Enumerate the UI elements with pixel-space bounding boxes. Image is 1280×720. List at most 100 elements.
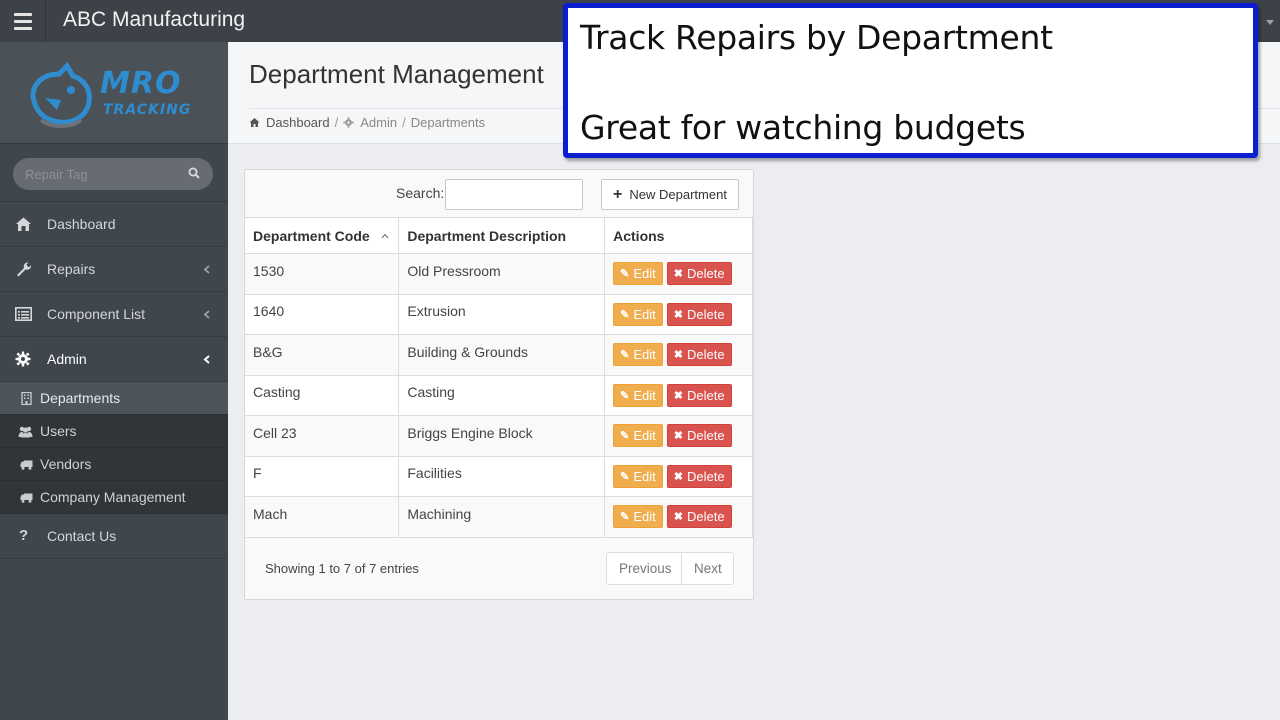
table-row: B&G Building & Grounds ✎ Edit ✖ Delete: [245, 334, 753, 376]
department-description-cell: Casting: [398, 374, 606, 416]
breadcrumb: Dashboard / Admin / Departments: [249, 115, 485, 130]
delete-label: Delete: [686, 428, 725, 444]
delete-button[interactable]: ✖ Delete: [666, 343, 732, 367]
wrench-icon: [17, 262, 32, 277]
department-code: Cell 23: [253, 424, 297, 441]
delete-button[interactable]: ✖ Delete: [666, 302, 732, 326]
home-icon: [16, 217, 31, 231]
department-description-cell: Facilities: [398, 455, 606, 497]
submenu-item-vendors[interactable]: Vendors: [0, 448, 228, 481]
table-row: Mach Machining ✎ Edit ✖ Delete: [245, 496, 753, 538]
edit-label: Edit: [633, 266, 656, 282]
new-department-button[interactable]: + New Department: [601, 179, 739, 210]
user-dropdown-caret-icon[interactable]: [1266, 20, 1274, 25]
delete-label: Delete: [686, 306, 725, 322]
department-description-cell: Extrusion: [398, 293, 606, 335]
edit-button[interactable]: ✎ Edit: [613, 464, 663, 488]
truck-icon: [20, 460, 33, 470]
gear-icon: [343, 117, 354, 128]
edit-label: Edit: [633, 509, 656, 525]
edit-label: Edit: [633, 428, 656, 444]
app-title: ABC Manufacturing: [63, 8, 246, 31]
department-description: Facilities: [407, 465, 462, 482]
breadcrumb-current: Departments: [410, 115, 486, 130]
sidebar-item-dashboard[interactable]: Dashboard: [0, 202, 228, 247]
repair-tag-search-input[interactable]: [13, 158, 213, 190]
actions-cell: ✎ Edit ✖ Delete: [604, 293, 753, 335]
edit-button[interactable]: ✎ Edit: [613, 302, 663, 326]
list-icon: [15, 306, 32, 321]
submenu-item-label: Company Management: [40, 489, 186, 505]
edit-button[interactable]: ✎ Edit: [613, 383, 663, 407]
submenu-item-departments[interactable]: Departments: [0, 382, 228, 415]
pencil-icon: ✎: [620, 430, 630, 443]
table-row: F Facilities ✎ Edit ✖ Delete: [245, 455, 753, 497]
delete-button[interactable]: ✖ Delete: [666, 383, 732, 407]
sidebar-item-component-list[interactable]: Component List: [0, 292, 228, 337]
sidebar-item-label: Contact Us: [47, 528, 117, 544]
actions-cell: ✎ Edit ✖ Delete: [604, 455, 753, 497]
column-header-actions: Actions: [604, 217, 753, 254]
sidebar-search-area: [0, 144, 228, 202]
edit-button[interactable]: ✎ Edit: [613, 505, 663, 529]
submenu-item-company-management[interactable]: Company Management: [0, 481, 228, 514]
admin-submenu: Departments Users Vendors Company Manage…: [0, 382, 228, 514]
users-icon: [18, 426, 33, 438]
delete-button[interactable]: ✖ Delete: [666, 505, 732, 529]
promo-callout: Track Repairs by Department Great for wa…: [563, 3, 1258, 158]
department-description-cell: Building & Grounds: [398, 334, 606, 376]
departments-table: Department Code Department Description A…: [245, 217, 753, 538]
delete-label: Delete: [686, 468, 725, 484]
breadcrumb-link-dashboard[interactable]: Dashboard: [266, 115, 330, 130]
department-description: Machining: [407, 505, 472, 522]
sidebar-item-repairs[interactable]: Repairs: [0, 247, 228, 292]
edit-button[interactable]: ✎ Edit: [613, 262, 663, 286]
column-header-department-description[interactable]: Department Description: [398, 217, 606, 254]
breadcrumb-separator: /: [402, 115, 406, 130]
bulldog-logo-icon: [30, 62, 92, 128]
delete-button[interactable]: ✖ Delete: [666, 262, 732, 286]
sidebar-item-contact-us[interactable]: ? Contact Us: [0, 514, 228, 559]
department-description: Briggs Engine Block: [407, 424, 533, 441]
table-search-input[interactable]: [445, 179, 583, 210]
edit-button[interactable]: ✎ Edit: [613, 343, 663, 367]
new-department-label: New Department: [629, 187, 727, 202]
search-icon[interactable]: [188, 167, 200, 179]
delete-button[interactable]: ✖ Delete: [666, 424, 732, 448]
department-description: Extrusion: [407, 303, 466, 320]
actions-cell: ✎ Edit ✖ Delete: [604, 415, 753, 457]
sidebar-item-label: Dashboard: [47, 216, 116, 232]
column-header-label: Department Code: [253, 227, 370, 244]
delete-label: Delete: [686, 387, 725, 403]
callout-subline: Great for watching budgets: [580, 108, 1026, 147]
close-icon: ✖: [673, 389, 683, 402]
sidebar-item-admin[interactable]: Admin: [0, 337, 228, 382]
column-header-department-code[interactable]: Department Code: [245, 217, 400, 254]
gear-icon: [15, 351, 31, 367]
hamburger-menu-icon[interactable]: [0, 0, 46, 42]
next-page-button[interactable]: Next: [682, 553, 733, 584]
department-code-cell: Mach: [245, 496, 400, 538]
sort-ascending-icon: [381, 233, 389, 239]
building-icon: [21, 392, 32, 405]
plus-icon: +: [613, 185, 623, 203]
delete-label: Delete: [686, 509, 725, 525]
table-info: Showing 1 to 7 of 7 entries: [265, 561, 419, 576]
department-code-cell: F: [245, 455, 400, 497]
delete-button[interactable]: ✖ Delete: [666, 464, 732, 488]
department-code-cell: 1530: [245, 253, 400, 295]
previous-page-button[interactable]: Previous: [607, 553, 682, 584]
pencil-icon: ✎: [620, 389, 630, 402]
submenu-item-label: Users: [40, 423, 77, 439]
department-code: 1640: [253, 303, 285, 320]
breadcrumb-link-admin[interactable]: Admin: [360, 115, 397, 130]
edit-button[interactable]: ✎ Edit: [613, 424, 663, 448]
logo[interactable]: MRO TRACKING: [0, 42, 228, 144]
submenu-item-users[interactable]: Users: [0, 415, 228, 448]
department-code-cell: Cell 23: [245, 415, 400, 457]
home-icon: [249, 118, 260, 127]
delete-label: Delete: [686, 266, 725, 282]
callout-headline: Track Repairs by Department: [580, 18, 1053, 57]
department-description-cell: Machining: [398, 496, 606, 538]
table-row: Casting Casting ✎ Edit ✖ Delete: [245, 374, 753, 416]
